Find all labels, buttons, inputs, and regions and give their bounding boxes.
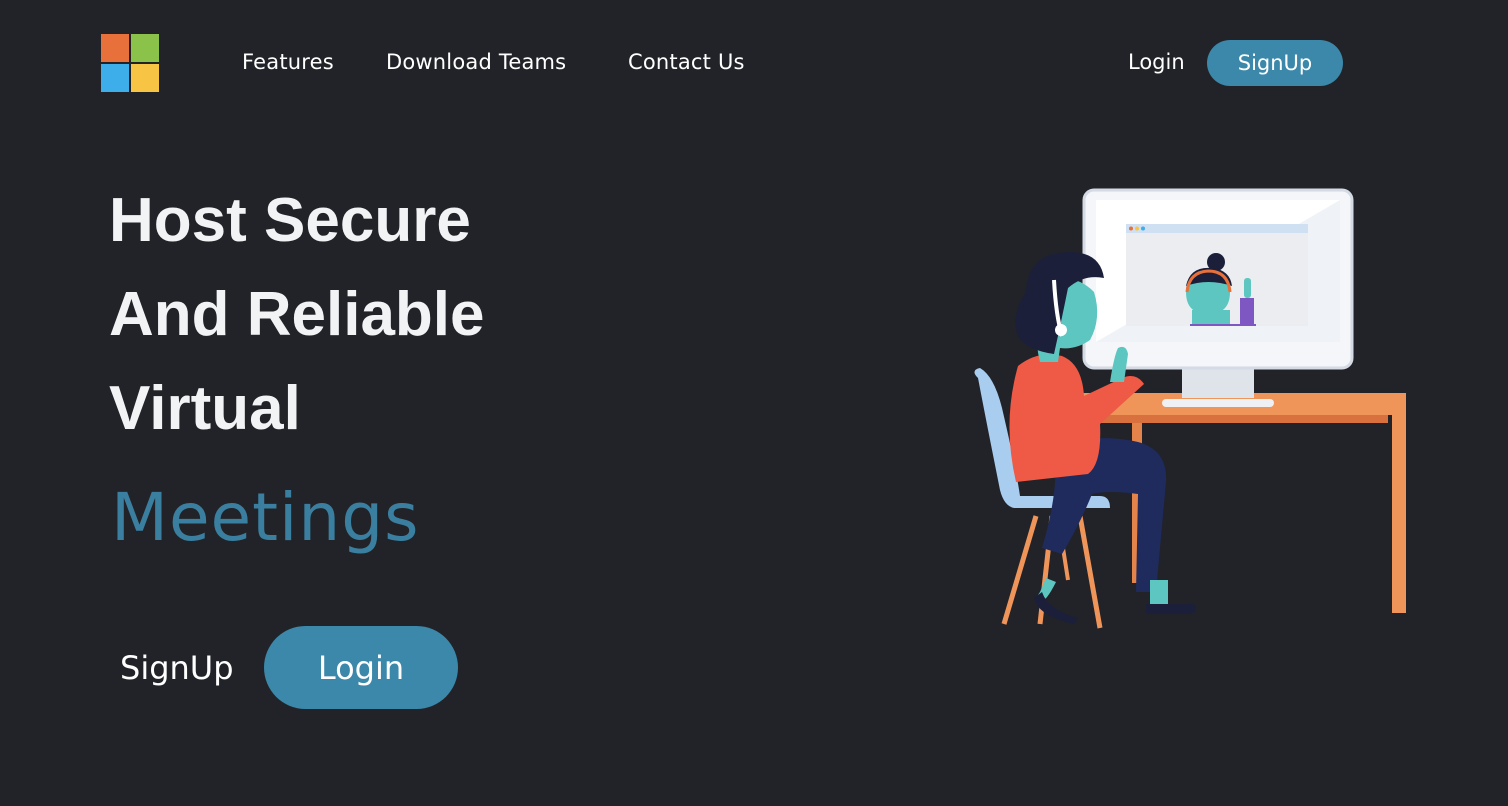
nav-download-teams-link[interactable]: Download Teams xyxy=(386,48,566,76)
windows-logo-icon[interactable] xyxy=(101,34,159,92)
hero-title-line-3: Virtual xyxy=(109,374,301,443)
hero-title-accent: Meetings xyxy=(111,479,420,556)
logo-square-blue xyxy=(101,64,129,92)
landing-page: Features Download Teams Contact Us Login… xyxy=(0,0,1508,806)
logo-square-green xyxy=(131,34,159,62)
logo-square-yellow xyxy=(131,64,159,92)
nav-contact-us-link[interactable]: Contact Us xyxy=(628,48,745,76)
hero-title-line-2: And Reliable xyxy=(109,280,485,349)
logo-square-orange xyxy=(101,34,129,62)
nav-features-link[interactable]: Features xyxy=(242,48,334,76)
desk-icon xyxy=(1078,393,1406,613)
hero-login-button[interactable]: Login xyxy=(264,626,458,709)
woman-at-computer-video-call-illustration xyxy=(974,188,1406,629)
header-login-link[interactable]: Login xyxy=(1128,48,1185,76)
header-signup-button[interactable]: SignUp xyxy=(1207,40,1343,86)
hero-title-line-1: Host Secure xyxy=(109,186,471,255)
hero-signup-link[interactable]: SignUp xyxy=(120,648,234,688)
